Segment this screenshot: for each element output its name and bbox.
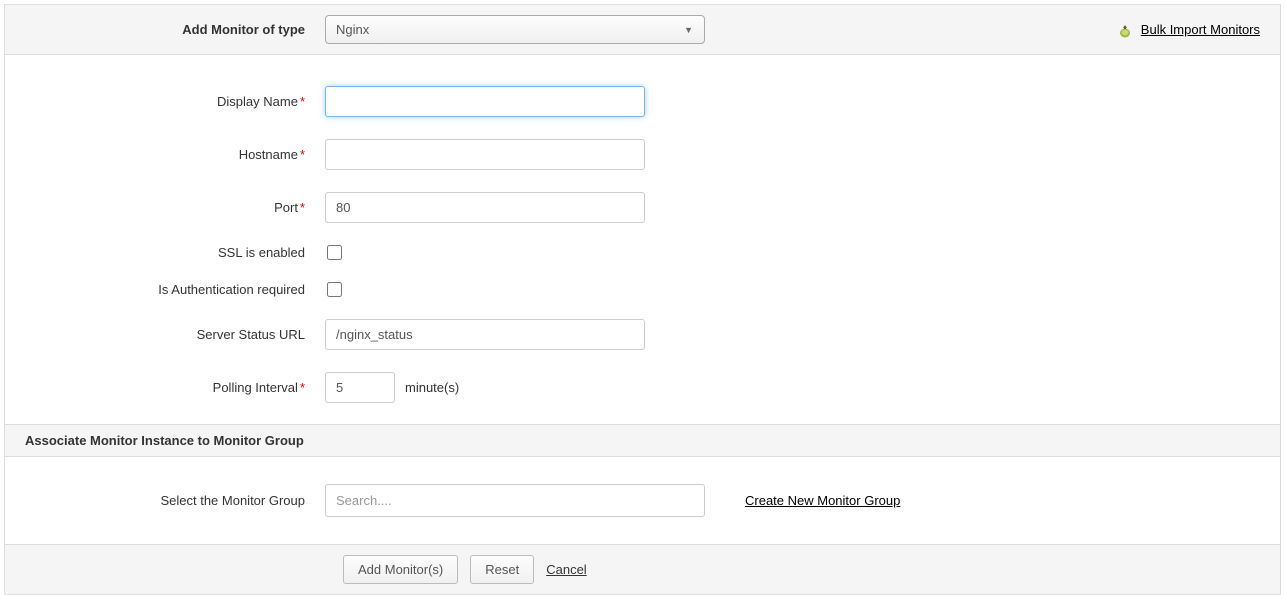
required-mark: * xyxy=(300,94,305,109)
ssl-row: SSL is enabled xyxy=(5,234,1280,271)
port-label: Port* xyxy=(25,200,325,215)
port-row: Port* xyxy=(5,181,1280,234)
auth-checkbox[interactable] xyxy=(327,282,342,297)
bag-icon xyxy=(1117,22,1133,38)
required-mark: * xyxy=(300,200,305,215)
status-url-label: Server Status URL xyxy=(25,327,325,342)
footer-bar: Add Monitor(s) Reset Cancel xyxy=(5,544,1280,594)
hostname-row: Hostname* xyxy=(5,128,1280,181)
polling-suffix: minute(s) xyxy=(405,380,459,395)
hostname-input[interactable] xyxy=(325,139,645,170)
status-url-row: Server Status URL xyxy=(5,308,1280,361)
header-title: Add Monitor of type xyxy=(25,22,325,37)
required-mark: * xyxy=(300,380,305,395)
create-monitor-group-link[interactable]: Create New Monitor Group xyxy=(745,493,900,508)
add-monitors-button[interactable]: Add Monitor(s) xyxy=(343,555,458,584)
bulk-import-link[interactable]: Bulk Import Monitors xyxy=(1141,22,1260,37)
auth-row: Is Authentication required xyxy=(5,271,1280,308)
form-container: Add Monitor of type Nginx Bulk Import Mo… xyxy=(4,4,1281,595)
cancel-link[interactable]: Cancel xyxy=(546,562,586,577)
monitor-group-row: Select the Monitor Group Create New Moni… xyxy=(5,473,1280,528)
ssl-checkbox[interactable] xyxy=(327,245,342,260)
polling-label: Polling Interval* xyxy=(25,380,325,395)
bulk-import-area: Bulk Import Monitors xyxy=(1117,22,1260,38)
display-name-row: Display Name* xyxy=(5,75,1280,128)
monitor-type-select[interactable]: Nginx xyxy=(325,15,705,44)
form-body: Display Name* Hostname* Port* SSL is ena… xyxy=(5,55,1280,424)
auth-label: Is Authentication required xyxy=(25,282,325,297)
display-name-label: Display Name* xyxy=(25,94,325,109)
ssl-label: SSL is enabled xyxy=(25,245,325,260)
monitor-group-search[interactable] xyxy=(325,484,705,517)
polling-row: Polling Interval* minute(s) xyxy=(5,361,1280,414)
polling-input[interactable] xyxy=(325,372,395,403)
status-url-input[interactable] xyxy=(325,319,645,350)
display-name-input[interactable] xyxy=(325,86,645,117)
monitor-group-label: Select the Monitor Group xyxy=(25,493,325,508)
hostname-label: Hostname* xyxy=(25,147,325,162)
group-section-header: Associate Monitor Instance to Monitor Gr… xyxy=(5,424,1280,457)
group-section: Select the Monitor Group Create New Moni… xyxy=(5,457,1280,544)
required-mark: * xyxy=(300,147,305,162)
reset-button[interactable]: Reset xyxy=(470,555,534,584)
port-input[interactable] xyxy=(325,192,645,223)
header-bar: Add Monitor of type Nginx Bulk Import Mo… xyxy=(5,5,1280,55)
monitor-type-select-wrapper: Nginx xyxy=(325,15,705,44)
